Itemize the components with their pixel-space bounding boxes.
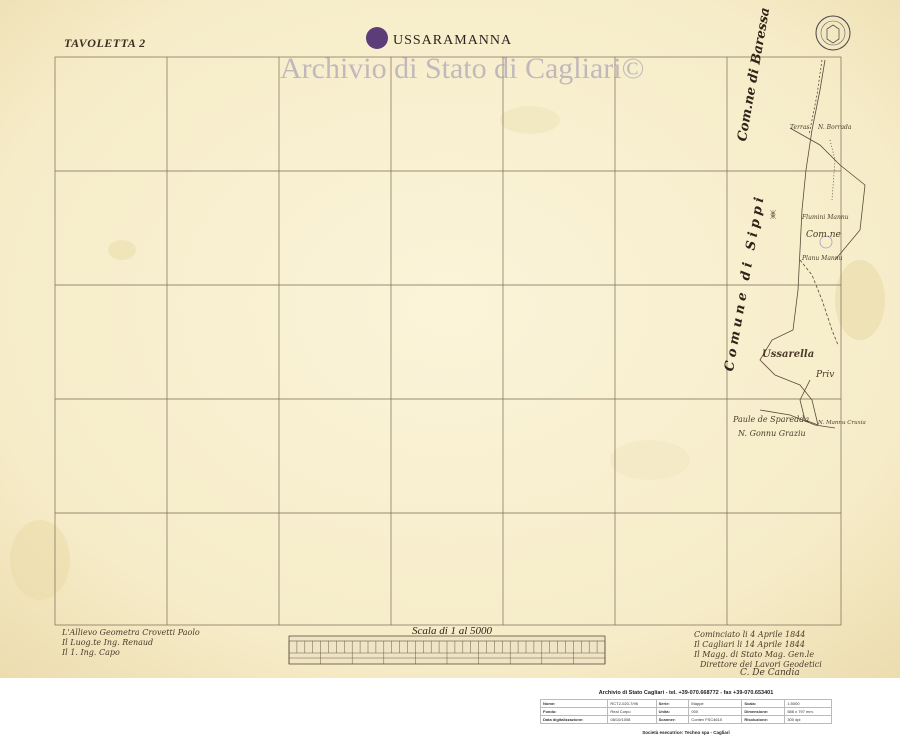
label-terras: Terras xyxy=(790,124,810,131)
table-cell: RCT2-020-7/96 xyxy=(607,699,657,708)
table-cell: 000 xyxy=(688,707,743,716)
table-row: Fondo: Real Corpo Unità: 000 Dimensione:… xyxy=(539,707,832,716)
sheet-label: TAVOLETTA 2 xyxy=(64,36,146,50)
label-mannus: N. Mannu Cruxia xyxy=(818,420,866,426)
signature-right-2: Il Cagliari li 14 Aprile 1844 xyxy=(694,640,805,649)
signature-left-1: L'Allievo Geometra Crovetti Paolo xyxy=(62,628,200,637)
label-ussarella: Ussarella xyxy=(762,349,815,360)
table-row: Data digitalizzazione: 08/10/1008 Scanne… xyxy=(539,715,832,724)
footer-bottom: Società esecutrice: Techno spa - Cagliar… xyxy=(642,730,730,735)
label-nuraghe: N. Gonnu Graziu xyxy=(738,429,806,438)
table-cell: 300 dpi xyxy=(784,715,832,724)
table-row: Nome: RCT2-020-7/96 Serie: Mappe Scala: … xyxy=(539,699,832,708)
label-fleu: Flumini Mannu xyxy=(802,214,849,221)
scale-bar xyxy=(288,635,606,665)
signature-right-5: C. De Candia xyxy=(740,668,800,678)
archive-stamp-icon xyxy=(366,27,388,49)
archive-footer: Archivio di Stato Cagliari - tel. +39-07… xyxy=(539,690,832,740)
table-cell: Dimensione: xyxy=(741,707,786,716)
svg-text:ᛤ: ᛤ xyxy=(770,210,776,221)
label-paule: Paule de Sparedda xyxy=(733,415,810,424)
signature-left-3: Il 1. Ing. Capo xyxy=(62,648,120,657)
archive-seal-icon xyxy=(815,15,851,51)
table-cell: Unità: xyxy=(655,707,690,716)
label-com: Com.ne xyxy=(806,230,841,240)
footer-title: Archivio di Stato Cagliari - tel. +39-07… xyxy=(598,690,774,696)
table-cell: 1:5000 xyxy=(784,699,832,708)
scale-label: Scala di 1 al 5000 xyxy=(412,625,493,637)
table-cell: 586 x 797 mm. xyxy=(784,707,832,716)
table-cell: Fondo: xyxy=(539,707,609,716)
label-barrada: N. Borrada xyxy=(818,124,852,131)
footer-table: Nome: RCT2-020-7/96 Serie: Mappe Scala: … xyxy=(539,699,832,724)
watermark: Archivio di Stato di Cagliari© xyxy=(280,52,645,85)
table-cell: Nome: xyxy=(539,699,609,708)
table-cell: Scanner: xyxy=(655,715,690,724)
label-planu: Planu Mannu xyxy=(802,255,843,262)
table-cell: Mappe xyxy=(688,699,743,708)
table-cell: Data digitalizzazione: xyxy=(539,715,609,724)
place-title: USSARAMANNA xyxy=(393,33,513,48)
table-cell: 08/10/1008 xyxy=(607,715,657,724)
table-cell: Contex FSC4610 xyxy=(688,715,743,724)
signature-right-1: Cominciato li 4 Aprile 1844 xyxy=(694,630,806,639)
table-cell: Risoluzione: xyxy=(741,715,786,724)
table-cell: Serie: xyxy=(655,699,690,708)
table-cell: Real Corpo xyxy=(607,707,657,716)
map-background: ᛤ xyxy=(0,0,900,678)
signature-left-2: Il Luog.te Ing. Renaud xyxy=(62,638,154,647)
label-priv: Priv xyxy=(816,370,835,380)
map-sheet: ᛤ TAVOLETTA 2 USSARAMANNA Archivio di St… xyxy=(0,0,900,678)
table-cell: Scala: xyxy=(741,699,786,708)
signature-right-3: Il Magg. di Stato Mag. Gen.le xyxy=(694,650,815,659)
